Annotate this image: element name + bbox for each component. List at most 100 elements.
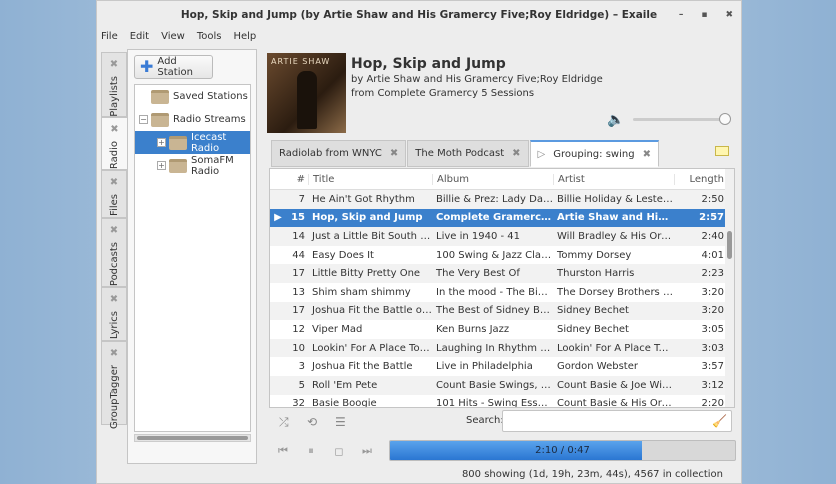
track-artist: Sidney Bechet <box>557 305 629 317</box>
pause-icon[interactable]: ⏸ <box>297 444 325 458</box>
add-station-button[interactable]: ✚ Add Station <box>134 55 213 79</box>
dynamic-playlist-icon[interactable]: ☰ <box>335 415 353 429</box>
maximize-button[interactable]: ▪ <box>701 1 707 30</box>
track-artist: Count Basie & Joe Williams <box>557 379 674 391</box>
menu-help[interactable]: Help <box>233 31 256 42</box>
side-tab-files[interactable]: ✖ Files <box>101 170 127 218</box>
col-album[interactable]: Album <box>432 173 553 185</box>
close-icon[interactable]: ✖ <box>390 148 398 159</box>
close-icon[interactable]: ✖ <box>110 59 118 70</box>
close-icon[interactable]: ✖ <box>643 149 651 160</box>
side-tab-playlists[interactable]: ✖ Playlists <box>101 52 127 117</box>
track-title: Hop, Skip and Jump <box>312 212 423 224</box>
track-title: Joshua Fit the Battle of J… <box>312 305 432 317</box>
menu-edit[interactable]: Edit <box>130 31 149 42</box>
close-icon[interactable]: ✖ <box>110 348 118 359</box>
album-art: ARTIE SHAW <box>267 53 346 133</box>
track-album: from Complete Gramercy 5 Sessions <box>351 88 535 99</box>
side-tab-grouptagger[interactable]: ✖ GroupTagger <box>101 341 127 429</box>
shuffle-icon[interactable]: ⤮ <box>279 415 297 430</box>
side-tab-radio[interactable]: ✖ Radio <box>101 117 127 170</box>
close-icon[interactable]: ✖ <box>110 294 118 305</box>
next-icon[interactable]: ⏭ <box>353 444 381 458</box>
track-title: Basie Boogie <box>312 398 377 408</box>
track-artist: Count Basie & His Orchestra <box>557 398 674 408</box>
play-icon: ▷ <box>537 148 546 160</box>
track-length: 2:40 <box>701 230 724 242</box>
radio-panel: ✚ Add Station Saved Stations − Radio Strea… <box>127 49 257 464</box>
track-length: 3:20 <box>701 305 724 317</box>
track-number: 7 <box>298 193 305 205</box>
close-icon[interactable]: ✖ <box>110 124 118 135</box>
table-row[interactable]: 3 Joshua Fit the Battle Live in Philadelph… <box>270 357 734 376</box>
track-title: Hop, Skip and Jump <box>351 56 506 72</box>
table-row[interactable]: 17 Little Bitty Pretty One The Very Best O… <box>270 264 734 283</box>
minimize-button[interactable]: – <box>679 1 684 30</box>
menu-tools[interactable]: Tools <box>197 31 222 42</box>
vertical-scrollbar[interactable] <box>725 169 734 407</box>
previous-icon[interactable]: ⏮ <box>269 444 297 458</box>
tree-item[interactable]: + SomaFM Radio <box>135 154 250 177</box>
volume-knob[interactable] <box>719 113 731 125</box>
clear-search-icon[interactable]: 🧹 <box>712 414 727 428</box>
col-title[interactable]: Title <box>308 173 432 185</box>
close-icon[interactable]: ✖ <box>110 225 118 236</box>
table-row[interactable]: 12 Viper Mad Ken Burns Jazz Sidney Bechet 3:… <box>270 320 734 339</box>
track-album: Live in Philadelphia <box>436 361 533 373</box>
col-number[interactable]: # <box>286 174 308 185</box>
close-button[interactable]: ✖ <box>725 1 733 30</box>
expander-icon[interactable]: − <box>139 115 148 124</box>
close-icon[interactable]: ✖ <box>512 148 520 159</box>
tree-item[interactable]: + Icecast Radio <box>135 131 250 154</box>
new-playlist-icon[interactable] <box>715 146 729 156</box>
volume-icon[interactable]: 🔈 <box>607 112 624 128</box>
table-row[interactable]: 5 Roll 'Em Pete Count Basie Swings, Joe … C… <box>270 375 734 395</box>
tree-item[interactable]: − Radio Streams <box>135 108 250 131</box>
side-tab-label: GroupTagger <box>108 365 120 429</box>
menu-file[interactable]: File <box>101 31 118 42</box>
menu-view[interactable]: View <box>161 31 185 42</box>
table-row[interactable]: 14 Just a Little Bit South of … Live in 19… <box>270 227 734 246</box>
progress-bar[interactable]: 2:10 / 0:47 <box>389 440 736 461</box>
repeat-icon[interactable]: ⟲ <box>307 415 325 429</box>
side-tab-label: Playlists <box>108 76 120 117</box>
track-length: 3:20 <box>701 286 724 298</box>
playlist-tab[interactable]: ▷ Grouping: swing ✖ <box>529 140 659 167</box>
track-artist: Billie Holiday & Lester Young <box>557 193 674 205</box>
table-row[interactable]: ▶ 15 Hop, Skip and Jump Complete Gramercy 5… <box>270 208 734 228</box>
table-row[interactable]: 44 Easy Does It 100 Swing & Jazz Classics T… <box>270 246 734 265</box>
playlist-toolbar: ⤮ ⟲ ☰ Search: 🧹 <box>269 409 735 435</box>
track-length: 4:01 <box>701 249 724 261</box>
add-station-label: Add Station <box>157 56 193 78</box>
side-tab-lyrics[interactable]: ✖ Lyrics <box>101 287 127 341</box>
track-album: 100 Swing & Jazz Classics <box>436 249 553 261</box>
track-album: In the mood - The Big Ban… <box>436 286 553 298</box>
stop-icon[interactable]: ◻ <box>325 445 353 458</box>
side-tab-podcasts[interactable]: ✖ Podcasts <box>101 218 127 287</box>
side-tab-label: Files <box>108 194 120 216</box>
close-icon[interactable]: ✖ <box>110 177 118 188</box>
track-title: Easy Does It <box>312 249 374 261</box>
search-input[interactable]: 🧹 <box>502 410 732 432</box>
playlist-tab[interactable]: The Moth Podcast ✖ <box>407 140 529 167</box>
table-row[interactable]: 32 Basie Boogie 101 Hits - Swing Essential… <box>270 395 734 408</box>
track-artist: by Artie Shaw and His Gramercy Five;Roy … <box>351 74 603 85</box>
table-row[interactable]: 17 Joshua Fit the Battle of J… The Best of… <box>270 301 734 321</box>
tree-item[interactable]: Saved Stations <box>135 85 250 108</box>
track-artist: The Dorsey Brothers Orch… <box>557 286 674 298</box>
track-album: The Best of Sidney Bechet… <box>436 305 553 317</box>
table-row[interactable]: 13 Shim sham shimmy In the mood - The Big … <box>270 283 734 302</box>
volume-slider[interactable] <box>633 113 731 125</box>
table-row[interactable]: 10 Lookin' For A Place To Park Laughing In… <box>270 338 734 358</box>
horizontal-scrollbar[interactable] <box>134 434 251 442</box>
table-header: # Title Album Artist Length <box>270 169 734 190</box>
expander-icon[interactable]: + <box>157 161 166 170</box>
track-length: 3:05 <box>701 323 724 335</box>
table-row[interactable]: 7 He Ain't Got Rhythm Billie & Prez: Lady … <box>270 190 734 209</box>
track-length: 3:57 <box>701 361 724 373</box>
playlist-tab[interactable]: Radiolab from WNYC ✖ <box>271 140 407 167</box>
expander-icon[interactable]: + <box>157 138 166 147</box>
tab-label: The Moth Podcast <box>415 148 505 159</box>
col-length[interactable]: Length <box>674 173 724 185</box>
col-artist[interactable]: Artist <box>553 173 674 185</box>
